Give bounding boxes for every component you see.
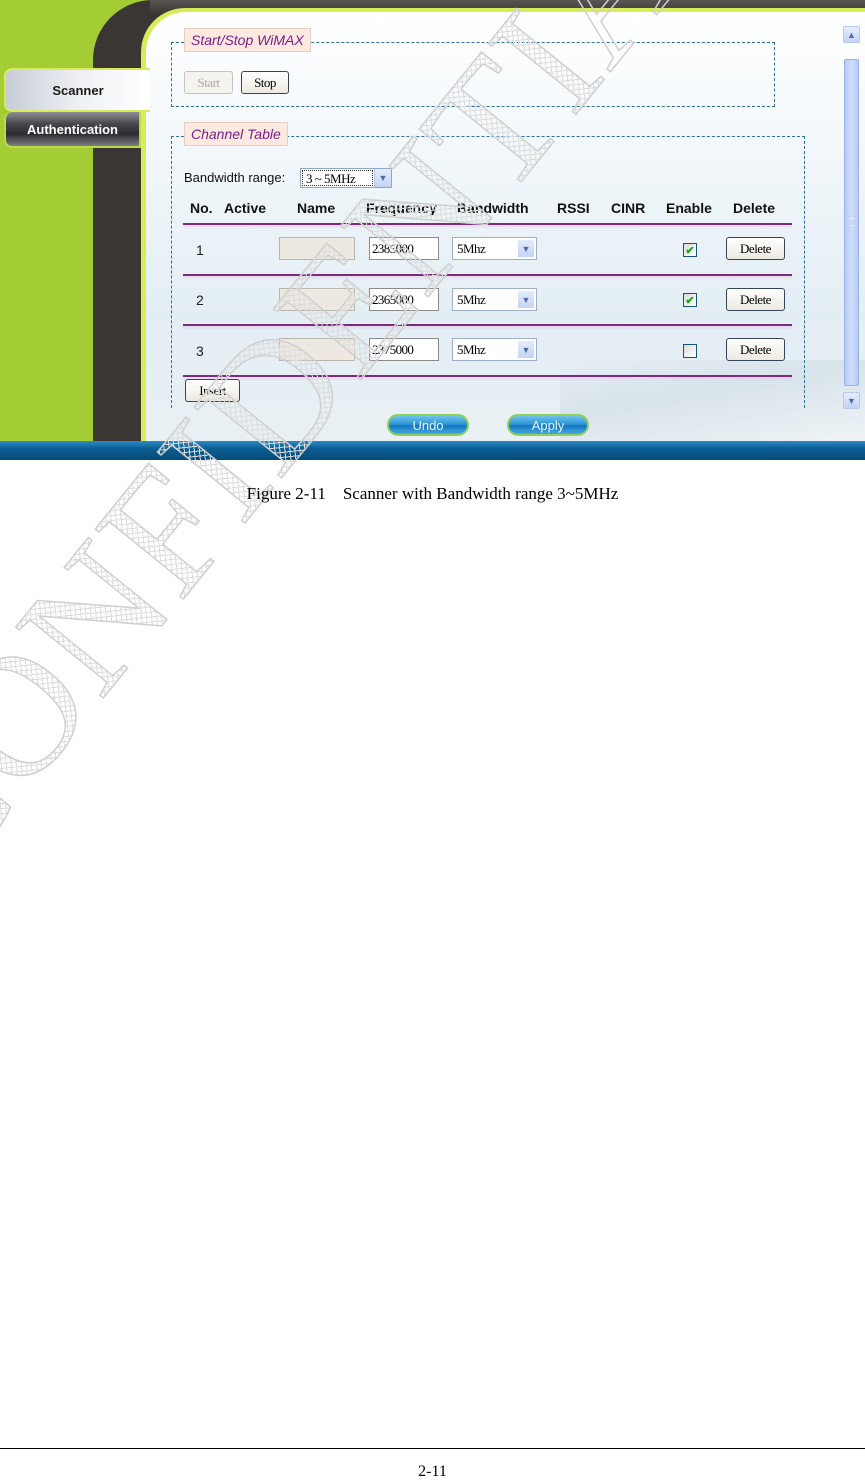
- start-stop-legend: Start/Stop WiMAX: [184, 28, 311, 52]
- row-rule: [183, 274, 792, 276]
- row-3-enable-checkbox[interactable]: [683, 344, 697, 358]
- scrollbar-thumb[interactable]: [844, 59, 859, 386]
- row-2-bandwidth-value: 5Mhz: [457, 292, 486, 307]
- row-1-enable-checkbox[interactable]: ✔: [683, 243, 697, 257]
- insert-button[interactable]: Insert: [185, 379, 240, 402]
- row-3-name-field[interactable]: [279, 338, 355, 361]
- chevron-down-icon: ▼: [516, 238, 536, 259]
- row-1-frequency-input[interactable]: 2385000: [369, 237, 439, 260]
- channel-table-legend: Channel Table: [184, 122, 288, 146]
- chevron-down-icon: ▼: [847, 395, 856, 406]
- row-1-bandwidth-value: 5Mhz: [457, 241, 486, 256]
- thumb-grip: [849, 218, 855, 226]
- row-2-frequency-input[interactable]: 2365000: [369, 288, 439, 311]
- column-header-delete: Delete: [733, 200, 776, 216]
- column-header-cinr: CINR: [611, 200, 646, 216]
- start-button[interactable]: Start: [184, 71, 233, 94]
- chevron-down-icon: ▼: [374, 169, 391, 187]
- column-header-name: Name: [297, 200, 336, 216]
- page-number: 2-11: [418, 1463, 447, 1480]
- bottom-bar: [0, 441, 865, 460]
- router-ui-screenshot: Scanner Authentication Start/Stop WiMAX …: [0, 0, 865, 460]
- row-2-enable-checkbox[interactable]: ✔: [683, 293, 697, 307]
- tab-scanner-label: Scanner: [52, 82, 104, 98]
- scroll-down-button[interactable]: ▼: [843, 392, 860, 409]
- row-3-no: 3: [196, 343, 204, 359]
- chevron-down-icon: ▼: [516, 289, 536, 310]
- bandwidth-range-label: Bandwidth range:: [184, 170, 286, 185]
- row-2-no: 2: [196, 292, 204, 308]
- vertical-scrollbar[interactable]: ▲ ▼: [843, 26, 860, 411]
- row-3-bandwidth-select[interactable]: 5Mhz ▼: [452, 338, 537, 361]
- row-3-bandwidth-value: 5Mhz: [457, 342, 486, 357]
- row-2-bandwidth-select[interactable]: 5Mhz ▼: [452, 288, 537, 311]
- tab-authentication[interactable]: Authentication: [4, 112, 141, 148]
- tab-authentication-label: Authentication: [27, 121, 118, 137]
- column-header-enable: Enable: [666, 200, 712, 216]
- row-1-no: 1: [196, 242, 204, 258]
- column-header-frequency: Frequency: [366, 200, 437, 216]
- row-3-delete-button[interactable]: Delete: [726, 338, 785, 361]
- row-1-name-field[interactable]: [279, 237, 355, 260]
- figure-caption: Figure 2-11 Scanner with Bandwidth range…: [246, 484, 619, 503]
- row-rule: [183, 375, 792, 377]
- column-header-bandwidth: Bandwidth: [457, 200, 529, 216]
- row-3-frequency-input[interactable]: 2375000: [369, 338, 439, 361]
- column-header-rssi: RSSI: [557, 200, 590, 216]
- row-rule: [183, 324, 792, 326]
- row-2-name-field[interactable]: [279, 288, 355, 311]
- tab-scanner[interactable]: Scanner: [4, 68, 150, 112]
- scroll-up-button[interactable]: ▲: [843, 26, 860, 43]
- column-header-active: Active: [224, 200, 267, 216]
- header-rule: [183, 223, 792, 225]
- stop-button[interactable]: Stop: [241, 71, 289, 94]
- checkmark-icon: ✔: [685, 294, 695, 307]
- apply-button[interactable]: Apply: [507, 414, 589, 436]
- column-header-no: No.: [190, 200, 213, 216]
- undo-button[interactable]: Undo: [387, 414, 469, 436]
- footer-rule: [0, 1448, 865, 1449]
- bandwidth-range-value: 3 ~ 5MHz: [302, 170, 373, 186]
- checkmark-icon: ✔: [685, 244, 695, 257]
- row-1-delete-button[interactable]: Delete: [726, 237, 785, 260]
- row-2-delete-button[interactable]: Delete: [726, 288, 785, 311]
- row-1-bandwidth-select[interactable]: 5Mhz ▼: [452, 237, 537, 260]
- bandwidth-range-select[interactable]: 3 ~ 5MHz ▼: [300, 168, 392, 188]
- chevron-down-icon: ▼: [516, 339, 536, 360]
- chevron-up-icon: ▲: [847, 29, 856, 40]
